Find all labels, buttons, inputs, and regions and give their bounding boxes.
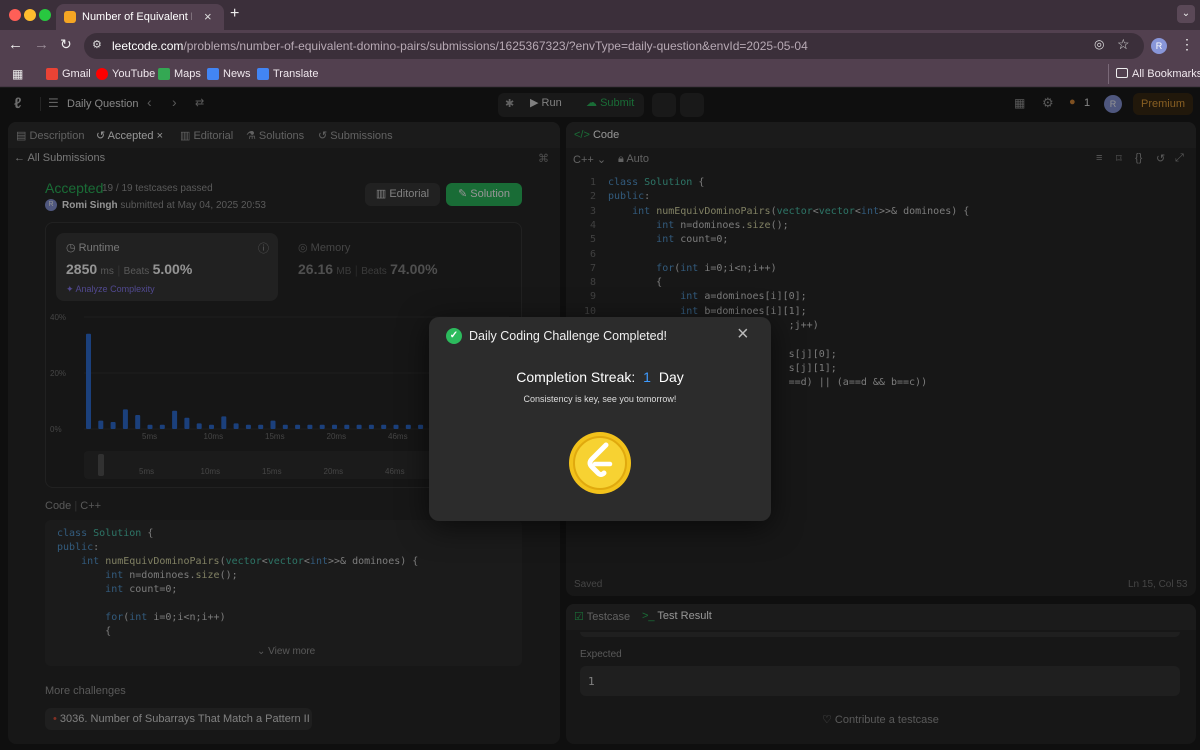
back-icon[interactable]: ← [8, 36, 23, 53]
bookmark-youtube[interactable]: YouTube [112, 68, 155, 80]
browser-tab[interactable]: Number of Equivalent Domino × [56, 4, 224, 30]
streak-number: 1 [643, 369, 651, 385]
maximize-window-button[interactable] [39, 9, 51, 21]
folder-icon [1116, 68, 1128, 78]
all-bookmarks[interactable]: All Bookmarks [1132, 68, 1200, 80]
bookmark-gmail[interactable]: Gmail [62, 68, 91, 80]
forward-icon[interactable]: → [34, 36, 49, 53]
bookmarks-divider [1108, 64, 1109, 84]
bookmark-translate[interactable]: Translate [273, 68, 318, 80]
profile-avatar[interactable]: R [1151, 38, 1167, 54]
bookmark-maps[interactable]: Maps [174, 68, 201, 80]
maps-icon [158, 68, 170, 80]
bookmarks-bar: ▦ Gmail YouTube Maps News Translate All … [0, 62, 1200, 87]
close-modal-icon[interactable]: × [737, 324, 749, 344]
eye-off-icon[interactable]: ◎ [1094, 37, 1104, 51]
reload-icon[interactable]: ↻ [60, 36, 72, 53]
streak-unit: Day [658, 369, 684, 385]
bookmark-star-icon[interactable]: ☆ [1117, 36, 1130, 53]
browser-tab-bar: Number of Equivalent Domino × + ⌄ [0, 0, 1200, 30]
leetcode-coin-icon [569, 432, 631, 494]
leetcode-favicon-icon [64, 11, 76, 23]
url-path: /problems/number-of-equivalent-domino-pa… [183, 39, 808, 53]
bookmark-news[interactable]: News [223, 68, 251, 80]
site-settings-icon[interactable]: ⚙ [92, 38, 102, 51]
browser-menu-icon[interactable]: ⋮ [1180, 36, 1194, 53]
translate-icon [257, 68, 269, 80]
apps-grid-icon[interactable]: ▦ [12, 67, 23, 81]
address-bar[interactable]: ⚙ leetcode.com/problems/number-of-equiva… [84, 33, 1144, 59]
youtube-icon [96, 68, 108, 80]
check-circle-icon: ✓ [446, 328, 462, 344]
close-window-button[interactable] [9, 9, 21, 21]
url-domain: leetcode.com [112, 39, 184, 53]
tab-title: Number of Equivalent Domino [82, 11, 192, 23]
minimize-window-button[interactable] [24, 9, 36, 21]
gmail-icon [46, 68, 58, 80]
close-tab-icon[interactable]: × [204, 9, 212, 24]
modal-subtitle: Consistency is key, see you tomorrow! [523, 394, 677, 404]
daily-challenge-modal: ✓ Daily Coding Challenge Completed! × Co… [429, 317, 771, 521]
streak-label: Completion Streak: [516, 369, 636, 385]
news-icon [207, 68, 219, 80]
browser-toolbar: ← → ↻ ⚙ leetcode.com/problems/number-of-… [0, 30, 1200, 62]
streak-line: Completion Streak: 1 Day [429, 369, 771, 385]
modal-title: Daily Coding Challenge Completed! [469, 329, 668, 343]
tab-search-icon[interactable]: ⌄ [1177, 5, 1195, 23]
new-tab-icon[interactable]: + [230, 5, 239, 23]
